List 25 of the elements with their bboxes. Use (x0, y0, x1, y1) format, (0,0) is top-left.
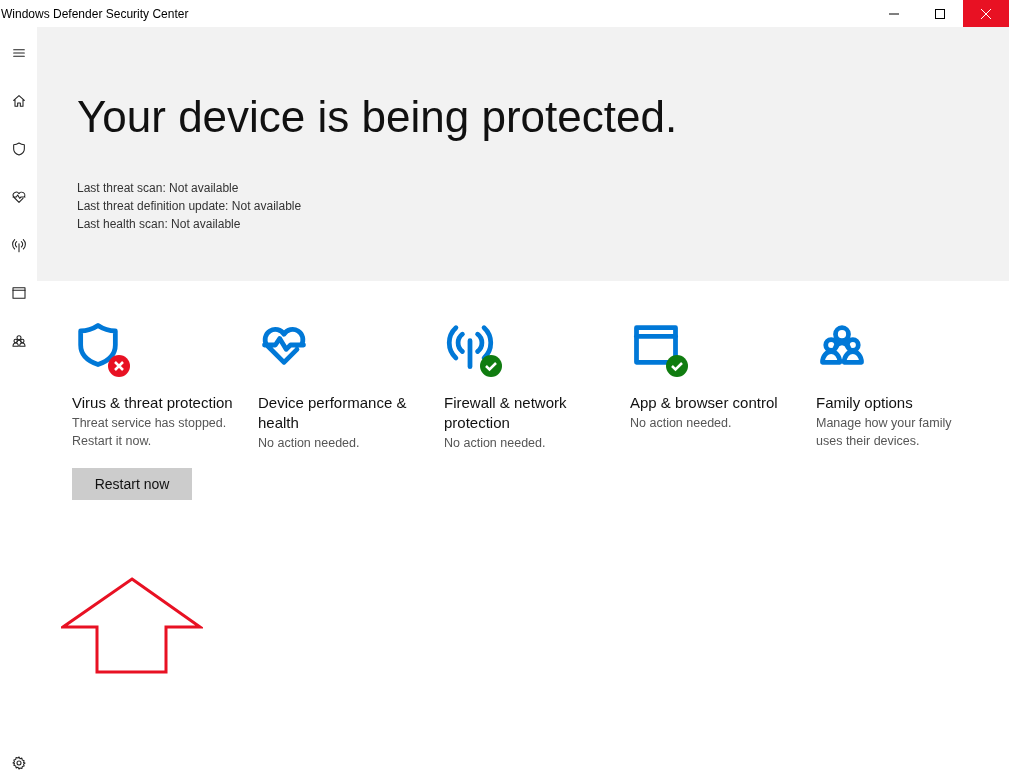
window-title: Windows Defender Security Center (0, 5, 190, 23)
close-icon (981, 8, 991, 19)
heart-pulse-icon (10, 189, 27, 205)
scan-status-text: Last health scan: Not available (77, 216, 242, 233)
tile-title[interactable]: Family options (816, 393, 913, 413)
tile-title[interactable]: Firewall & network protection (444, 393, 608, 433)
settings-icon (10, 755, 27, 771)
tile-description: Threat service has stopped. Restart it now. (72, 415, 228, 450)
tile-description: No action needed. (630, 415, 732, 432)
hero-title: Your device is being protected. (77, 95, 679, 139)
tile-title[interactable]: Virus & threat protection (72, 393, 233, 413)
tile-description: No action needed. (444, 435, 546, 452)
maximize-icon (935, 8, 945, 19)
window-icon (10, 285, 27, 301)
tile-title[interactable]: Device performance & health (258, 393, 422, 433)
restart-button[interactable]: Restart now (72, 468, 192, 500)
tile-description: No action needed. (258, 435, 360, 452)
antenna-icon (10, 237, 27, 253)
shield-icon (10, 141, 27, 157)
tile-description: Manage how your family uses their devices. (816, 415, 953, 450)
tile-title[interactable]: App & browser control (630, 393, 778, 413)
home-icon (10, 93, 27, 109)
people-icon (10, 333, 27, 349)
scan-status-text: Last threat scan: Not available (77, 180, 240, 197)
scan-status-text: Last threat definition update: Not available (77, 198, 303, 215)
